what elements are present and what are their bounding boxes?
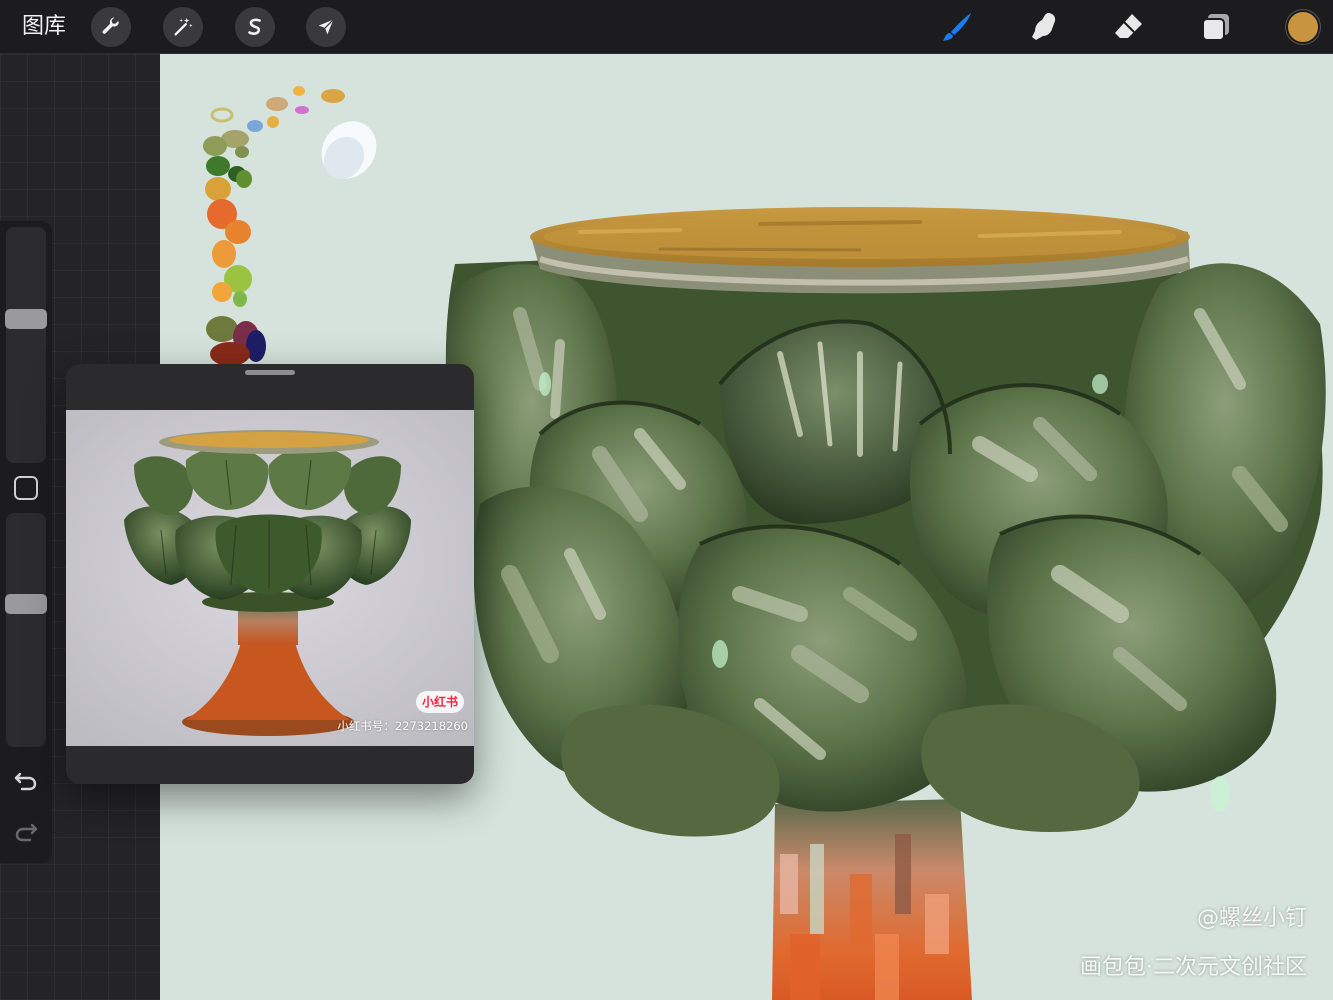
eraser-icon[interactable] (1112, 10, 1146, 44)
selection-button[interactable] (235, 7, 275, 47)
color-picker-button[interactable] (1286, 10, 1320, 44)
top-toolbar: 图库 (0, 0, 1333, 54)
xiaohongshu-id-label: 小红书号：2273218260 (337, 719, 468, 733)
reference-window[interactable]: 小红书 小红书号：2273218260 (66, 364, 474, 784)
brush-icon[interactable] (940, 10, 974, 44)
transform-button[interactable] (306, 7, 346, 47)
modify-button[interactable] (14, 476, 38, 500)
actions-button[interactable] (91, 7, 131, 47)
magic-wand-icon (174, 17, 193, 36)
gallery-button[interactable]: 图库 (22, 13, 66, 41)
opacity-slider-thumb[interactable] (5, 594, 47, 614)
wrench-icon (102, 17, 119, 34)
adjustments-button[interactable] (163, 7, 203, 47)
color-palette-daubs (203, 86, 377, 366)
cup-painting (445, 207, 1326, 1000)
selection-s-icon (248, 18, 261, 35)
left-sidebar (0, 221, 52, 863)
layers-icon[interactable] (1199, 10, 1233, 44)
redo-icon[interactable] (12, 817, 40, 845)
brush-size-slider[interactable] (5, 227, 47, 463)
brush-size-slider-thumb[interactable] (5, 309, 47, 329)
undo-icon[interactable] (12, 766, 40, 794)
smudge-finger-icon[interactable] (1026, 10, 1060, 44)
author-watermark: @螺丝小钉 (1196, 906, 1307, 931)
arrow-cursor-icon (318, 19, 334, 35)
xiaohongshu-badge: 小红书 (416, 691, 464, 713)
reference-cup-photo (66, 410, 474, 746)
reference-drag-handle[interactable] (245, 370, 295, 375)
community-watermark: 画包包·二次元文创社区 (1080, 955, 1307, 980)
reference-image: 小红书 小红书号：2273218260 (66, 410, 474, 746)
opacity-slider[interactable] (5, 513, 47, 747)
